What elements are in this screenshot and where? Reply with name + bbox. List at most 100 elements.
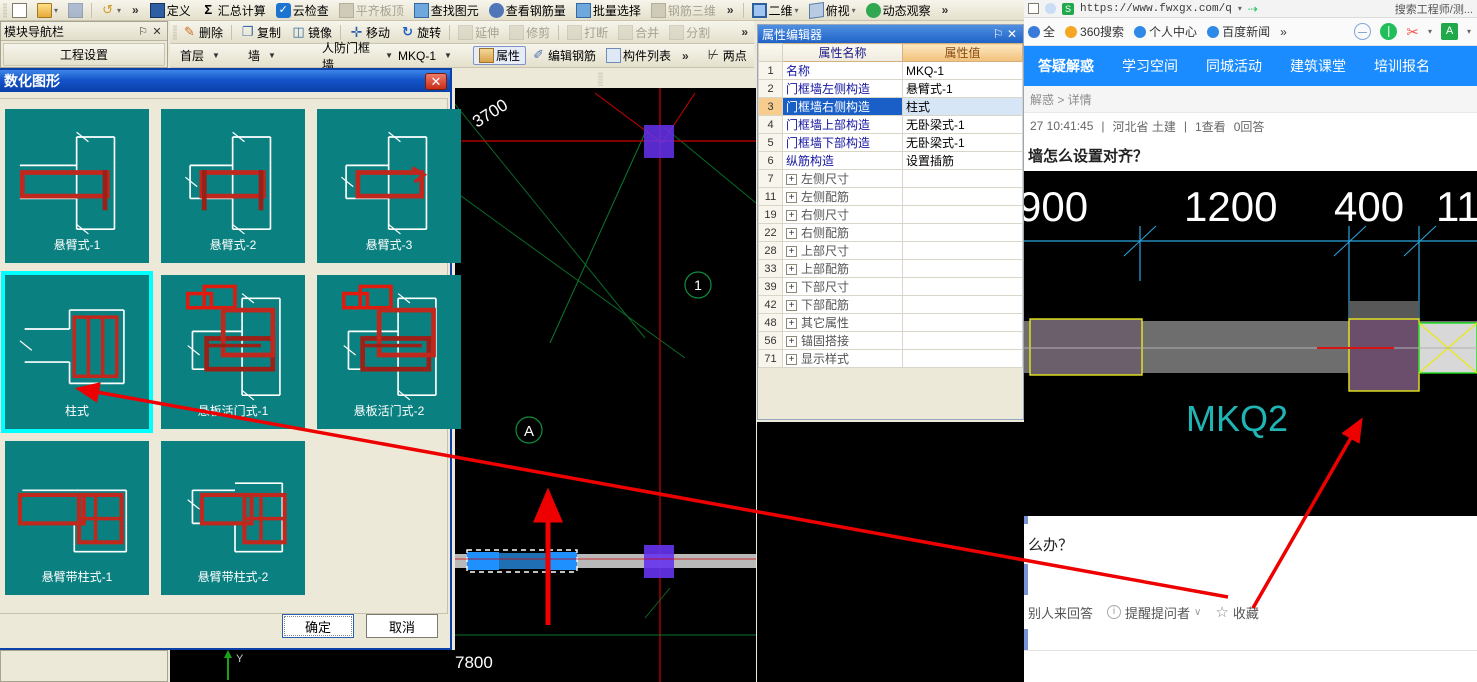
bookmark-item[interactable]: »	[1280, 25, 1287, 39]
toolbar-dynamic-observe-button[interactable]: 动态观察	[861, 1, 936, 20]
toolbar-define-button[interactable]: 定义	[145, 1, 196, 20]
expand-icon[interactable]: +	[786, 174, 797, 186]
property-row-value[interactable]	[902, 349, 1023, 368]
toolbar-property-button[interactable]: 属性	[473, 46, 527, 65]
close-icon[interactable]: ✕	[150, 25, 164, 38]
graphic-tile-column[interactable]: 柱式	[1, 271, 153, 433]
cad-drawing-canvas[interactable]: 1 A 3700 7800	[455, 88, 756, 682]
expand-icon[interactable]: +	[786, 336, 797, 348]
graphic-tile-cell[interactable]: 悬臂式-3	[311, 103, 467, 269]
nav-item-1[interactable]: 学习空间	[1108, 56, 1192, 76]
chevron-down-icon[interactable]: ▾	[1467, 27, 1471, 36]
toolbar-overflow-5[interactable]: »	[676, 49, 695, 63]
toolbar-edit-rebar-button[interactable]: ✐ 编辑钢筋	[526, 46, 601, 65]
toolbar-batch-select-button[interactable]: 批量选择	[571, 1, 646, 20]
property-row[interactable]: 6 纵筋构造 设置插筋	[758, 151, 1023, 170]
block-icon[interactable]	[1354, 23, 1372, 40]
nav-item-2[interactable]: 同城活动	[1192, 56, 1276, 76]
question-action-1[interactable]: i 提醒提问者 ∨	[1107, 603, 1201, 622]
toolbar-open-button[interactable]: ▾	[32, 1, 63, 20]
property-row[interactable]: 3 门框墙右侧构造 柱式	[758, 97, 1023, 116]
close-icon[interactable]: ✕	[1005, 27, 1019, 41]
component-name-selector[interactable]: MKQ-1 ▼	[395, 47, 467, 65]
category-selector[interactable]: 墙 ▼	[245, 47, 317, 65]
toolbar-merge-button[interactable]: 合并	[613, 23, 664, 42]
toolbar-2d-button[interactable]: 二维 ▾	[747, 1, 804, 20]
bookmark-item[interactable]: 个人中心	[1134, 23, 1197, 40]
ok-button[interactable]: 确定	[282, 614, 354, 638]
property-row[interactable]: 56 + 锚固搭接	[758, 331, 1023, 350]
toolbar-overflow-1[interactable]: »	[126, 3, 145, 17]
expand-icon[interactable]: +	[786, 318, 797, 330]
graphic-tile-cantcol1[interactable]: 悬臂带柱式-1	[5, 441, 149, 595]
bookmark-item[interactable]: 百度新闻	[1207, 23, 1270, 40]
expand-icon[interactable]: +	[786, 246, 797, 258]
property-row-value[interactable]	[902, 187, 1023, 206]
pause-icon[interactable]	[1380, 23, 1398, 40]
toolbar-rotate-button[interactable]: ↻ 旋转	[395, 23, 446, 42]
bookmark-item[interactable]: 全	[1028, 23, 1055, 40]
url-text[interactable]: https://www.fwxgx.com/q	[1080, 3, 1232, 15]
property-row[interactable]: 4 门框墙上部构造 无卧梁式-1	[758, 115, 1023, 134]
expand-icon[interactable]: +	[786, 192, 797, 204]
property-row-value[interactable]: 无卧梁式-1	[902, 115, 1023, 134]
property-row[interactable]: 33 + 上部配筋	[758, 259, 1023, 278]
property-row[interactable]: 19 + 右侧尺寸	[758, 205, 1023, 224]
expand-icon[interactable]: +	[786, 282, 797, 294]
property-row[interactable]: 2 门框墙左侧构造 悬臂式-1	[758, 79, 1023, 98]
property-row[interactable]: 71 + 显示样式	[758, 349, 1023, 368]
toolbar-rebar-3d-button[interactable]: 钢筋三维	[646, 1, 721, 20]
toolbar-trim-button[interactable]: 修剪	[504, 23, 555, 42]
graphic-tile-cell[interactable]: 悬臂式-1	[0, 103, 155, 269]
chevron-down-icon[interactable]: ▾	[1238, 4, 1242, 13]
question-action-2[interactable]: ☆ 收藏	[1215, 603, 1258, 622]
property-row[interactable]: 28 + 上部尺寸	[758, 241, 1023, 260]
pin-icon[interactable]: ⚐	[991, 27, 1005, 41]
property-row-value[interactable]	[902, 277, 1023, 296]
property-row-value[interactable]	[902, 331, 1023, 350]
graphic-tile-cell[interactable]: 悬板活门式-2	[311, 269, 467, 435]
toolbar-two-point-button[interactable]: ⊬ 两点	[701, 46, 752, 65]
graphic-tile-flap2[interactable]: 悬板活门式-2	[317, 275, 461, 429]
component-type-selector[interactable]: 人防门框墙 ▼	[319, 41, 393, 72]
toolbar-cloud-check-button[interactable]: ✓ 云检查	[271, 1, 334, 20]
graphic-tile-cell[interactable]: 悬臂带柱式-2	[155, 435, 311, 601]
property-row-value[interactable]	[902, 241, 1023, 260]
go-icon[interactable]: ⇢	[1248, 2, 1258, 16]
nav-item-3[interactable]: 建筑课堂	[1276, 56, 1360, 76]
toolbar-break-button[interactable]: 打断	[562, 23, 613, 42]
toolbar-split-button[interactable]: 分割	[664, 23, 715, 42]
property-row-value[interactable]: 无卧梁式-1	[902, 133, 1023, 152]
toolbar-align-slab-button[interactable]: 平齐板顶	[334, 1, 409, 20]
scissors-icon[interactable]: ✂	[1406, 23, 1419, 41]
graphic-tile-cantilever2[interactable]: 悬臂式-2	[161, 109, 305, 263]
floor-selector[interactable]: 首层 ▼	[177, 47, 243, 65]
toolbar-new-button[interactable]	[7, 1, 32, 20]
toolbar-find-element-button[interactable]: 查找图元	[409, 1, 484, 20]
graphic-tile-cell[interactable]: 悬臂带柱式-1	[0, 435, 155, 601]
graphic-tile-cantcol2[interactable]: 悬臂带柱式-2	[161, 441, 305, 595]
toolbar-extend-button[interactable]: 延伸	[453, 23, 504, 42]
toolbar-overflow-4[interactable]: »	[735, 25, 754, 39]
toolbar-component-list-button[interactable]: 构件列表	[601, 46, 676, 65]
nav-item-0[interactable]: 答疑解惑	[1024, 56, 1108, 76]
expand-icon[interactable]: +	[786, 354, 797, 366]
bookmark-item[interactable]: 360搜索	[1065, 23, 1124, 40]
project-settings-button[interactable]: 工程设置	[3, 42, 165, 66]
graphic-tile-cell[interactable]: 柱式	[0, 269, 155, 435]
property-row[interactable]: 42 + 下部配筋	[758, 295, 1023, 314]
property-row-value[interactable]: 柱式	[902, 97, 1023, 116]
nav-item-4[interactable]: 培训报名	[1360, 56, 1444, 76]
toolbar-delete-button[interactable]: ✎ 删除	[177, 23, 228, 42]
toolbar-summary-calc-button[interactable]: Σ 汇总计算	[196, 1, 271, 20]
property-row[interactable]: 11 + 左侧配筋	[758, 187, 1023, 206]
toolbar-top-view-button[interactable]: 俯视 ▾	[804, 1, 861, 20]
expand-icon[interactable]: +	[786, 210, 797, 222]
property-row-value[interactable]: MKQ-1	[902, 61, 1023, 80]
property-row-value[interactable]	[902, 295, 1023, 314]
property-row-value[interactable]	[902, 223, 1023, 242]
browser-address-bar[interactable]: S https://www.fwxgx.com/q ▾ ⇢ 搜索工程师/测...	[1024, 0, 1477, 18]
property-row[interactable]: 48 + 其它属性	[758, 313, 1023, 332]
property-row[interactable]: 7 + 左侧尺寸	[758, 169, 1023, 188]
graphic-tile-cantilever1[interactable]: 悬臂式-1	[5, 109, 149, 263]
